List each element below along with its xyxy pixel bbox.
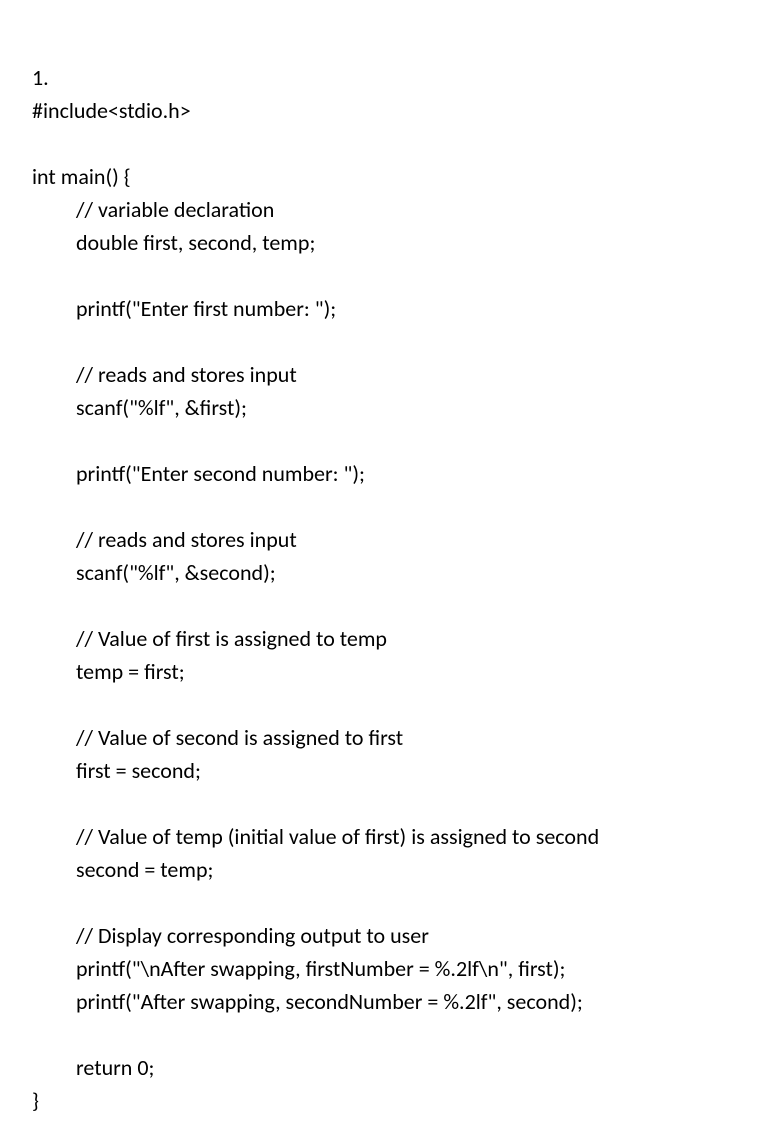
code-line: // Display corresponding output to user — [32, 919, 744, 952]
code-line: scanf("%lf", &second); — [32, 556, 744, 589]
code-line: printf("\nAfter swapping, firstNumber = … — [32, 952, 744, 985]
code-line: } — [32, 1084, 744, 1117]
code-line: int main() { — [32, 160, 744, 193]
code-line — [32, 490, 744, 523]
code-line — [32, 787, 744, 820]
code-line: second = temp; — [32, 853, 744, 886]
code-line: first = second; — [32, 754, 744, 787]
code-line — [32, 886, 744, 919]
code-line — [32, 688, 744, 721]
code-line: 1. — [32, 61, 744, 94]
code-line — [32, 259, 744, 292]
code-line — [32, 424, 744, 457]
code-line: scanf("%lf", &first); — [32, 391, 744, 424]
code-line: // reads and stores input — [32, 358, 744, 391]
code-line: double first, second, temp; — [32, 226, 744, 259]
code-line — [32, 1018, 744, 1051]
code-line: // reads and stores input — [32, 523, 744, 556]
code-line: // Value of second is assigned to first — [32, 721, 744, 754]
code-line — [32, 127, 744, 160]
code-line: return 0; — [32, 1051, 744, 1084]
code-line — [32, 589, 744, 622]
code-line: // Value of first is assigned to temp — [32, 622, 744, 655]
code-block: 1.#include<stdio.h> int main() {// variab… — [32, 28, 744, 1117]
code-line: printf("Enter first number: "); — [32, 292, 744, 325]
code-line: printf("After swapping, secondNumber = %… — [32, 985, 744, 1018]
code-line: // Value of temp (initial value of first… — [32, 820, 744, 853]
code-line: printf("Enter second number: "); — [32, 457, 744, 490]
code-line — [32, 325, 744, 358]
code-line: #include<stdio.h> — [32, 94, 744, 127]
code-line: // variable declaration — [32, 193, 744, 226]
code-line: temp = first; — [32, 655, 744, 688]
